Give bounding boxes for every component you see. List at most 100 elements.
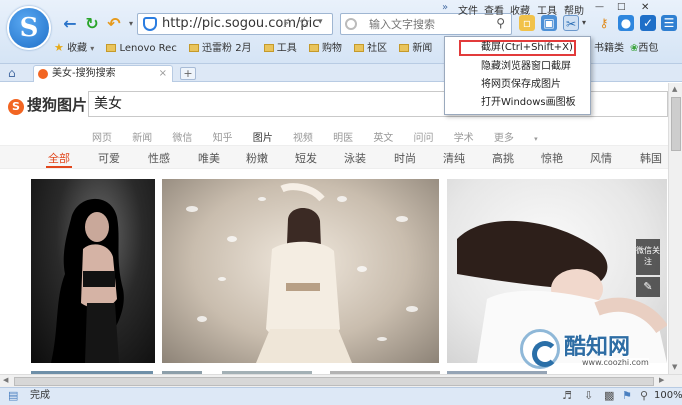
menu-item-open-paint[interactable]: 打开Windows画图板 <box>445 95 590 111</box>
refresh-icon[interactable]: ↻ <box>82 14 102 34</box>
restore-button[interactable]: □ <box>617 2 626 12</box>
sogou-logo-icon: S <box>8 99 24 115</box>
category-item[interactable]: 风情 <box>590 150 612 166</box>
chat-icon[interactable]: ● <box>618 15 634 31</box>
search-type-medical[interactable]: 明医 <box>333 129 353 144</box>
horizontal-scrollbar[interactable]: ◀ ▶ <box>0 374 682 387</box>
search-type-zhihu[interactable]: 知乎 <box>213 129 233 144</box>
lightning-icon[interactable]: ⚡ <box>282 16 290 30</box>
chevron-down-icon: ▾ <box>90 44 95 53</box>
category-item[interactable]: 唯美 <box>198 150 220 166</box>
close-button[interactable]: ✕ <box>641 2 649 13</box>
bookmark-item[interactable]: 社区 <box>354 41 387 57</box>
category-item[interactable]: 高挑 <box>492 150 514 166</box>
browser-window: S ← ↻ ↶ ▾ http://pic.sogou.com/pic ⚡ ☆ ▾… <box>0 0 682 405</box>
back-arrow-icon[interactable]: ← <box>60 14 80 34</box>
category-item[interactable]: 惊艳 <box>541 150 563 166</box>
bookmark-item[interactable]: 工具 <box>263 41 297 57</box>
search-type-english[interactable]: 英文 <box>373 129 393 144</box>
category-item[interactable]: 韩国 <box>640 150 662 166</box>
search-type-wechat[interactable]: 微信 <box>172 129 192 144</box>
zoom-level[interactable]: 100% <box>654 388 682 404</box>
chevron-down-icon[interactable]: ▾ <box>318 17 323 27</box>
vertical-scroll-thumb[interactable] <box>671 97 681 151</box>
shield-icon[interactable]: ⚑ <box>622 388 632 404</box>
menu-favorites[interactable]: 收藏 <box>510 2 530 17</box>
scroll-right-icon[interactable]: ▶ <box>659 376 664 384</box>
menu-view[interactable]: 查看 <box>484 2 504 17</box>
scroll-down-icon[interactable]: ▼ <box>672 363 677 371</box>
search-type-news[interactable]: 新闻 <box>132 129 152 144</box>
sogou-favicon-icon <box>38 69 48 79</box>
menu-help[interactable]: 帮助 <box>564 2 584 17</box>
scroll-up-icon[interactable]: ▲ <box>672 85 677 93</box>
wechat-follow-button[interactable]: 微信关注 <box>636 239 660 275</box>
vertical-scrollbar[interactable]: ▲ ▼ <box>668 83 682 374</box>
key-icon[interactable]: ⚷ <box>596 15 612 31</box>
search-input[interactable] <box>369 17 489 32</box>
chevron-down-icon[interactable]: ▾ <box>580 15 588 31</box>
photo-woman-dark <box>51 198 124 363</box>
feedback-icon[interactable]: ✎ <box>636 277 660 297</box>
menu-item-hide-window-screenshot[interactable]: 隐藏浏览器窗口截屏 <box>445 59 590 75</box>
scroll-left-icon[interactable]: ◀ <box>3 376 8 384</box>
bookmark-favorites[interactable]: ★ 收藏 ▾ <box>54 40 94 57</box>
category-item[interactable]: 粉嫩 <box>246 150 268 166</box>
expand-icon[interactable]: » <box>442 2 448 13</box>
search-engine-icon[interactable] <box>345 18 357 30</box>
bookmark-item[interactable]: 新闻 <box>399 41 432 57</box>
window-mode-icon[interactable]: ▩ <box>604 388 614 404</box>
address-url[interactable]: http://pic.sogou.com/pic <box>162 16 319 31</box>
search-type-web[interactable]: 网页 <box>92 129 112 144</box>
search-type-scholar[interactable]: 学术 <box>454 129 474 144</box>
horizontal-scroll-thumb[interactable] <box>14 377 654 386</box>
bookmark-item[interactable]: 迅雷粉 2月 <box>189 41 252 57</box>
close-icon[interactable]: × <box>159 66 167 81</box>
download-icon[interactable]: ⇩ <box>584 388 593 404</box>
window-icon[interactable]: ▣ <box>541 15 557 31</box>
sogou-images-logo[interactable]: S 搜狗图片 <box>8 94 87 115</box>
bookmark-item[interactable]: 购物 <box>308 41 342 57</box>
note-icon[interactable]: ▫ <box>519 15 535 31</box>
sogou-browser-logo[interactable]: S <box>7 6 51 50</box>
bookmark-item[interactable]: Lenovo Rec <box>106 41 177 57</box>
category-item[interactable]: 全部 <box>48 150 70 166</box>
speaker-icon[interactable]: ♬ <box>562 388 572 404</box>
menu-tools[interactable]: 工具 <box>537 2 557 17</box>
category-item[interactable]: 清纯 <box>443 150 465 166</box>
category-item[interactable]: 时尚 <box>394 150 416 166</box>
image-result[interactable] <box>31 179 155 363</box>
active-category-underline <box>46 166 72 168</box>
minimize-button[interactable]: — <box>595 2 604 12</box>
folder-icon <box>106 44 117 52</box>
menu-icon[interactable]: ☰ <box>661 15 677 31</box>
search-type-video[interactable]: 视频 <box>293 129 313 144</box>
scissors-icon[interactable]: ✂ <box>563 15 579 31</box>
folder-icon <box>263 44 274 52</box>
zoom-icon[interactable]: ⚲ <box>640 388 648 404</box>
tab-active[interactable]: 美女-搜狗搜索 × <box>33 65 173 82</box>
star-icon[interactable]: ☆ <box>298 15 311 31</box>
bookmark-item[interactable]: 书籍类 <box>594 41 624 57</box>
search-icon[interactable]: ⚲ <box>496 16 505 30</box>
bookmark-item[interactable]: ❀西包 <box>630 41 658 57</box>
category-item[interactable]: 性感 <box>148 150 170 166</box>
search-type-more[interactable]: 更多 ▾ <box>494 129 555 144</box>
status-text: 完成 <box>30 390 50 401</box>
shield-icon[interactable]: ✓ <box>640 15 656 31</box>
folder-icon <box>189 44 200 52</box>
image-result[interactable] <box>162 179 439 363</box>
watermark-title: 酷知网 <box>564 335 631 360</box>
home-icon[interactable]: ⌂ <box>8 66 16 80</box>
category-item[interactable]: 可爱 <box>98 150 120 166</box>
folder-icon <box>399 44 410 52</box>
category-item[interactable]: 泳装 <box>344 150 366 166</box>
menu-item-screenshot[interactable]: 截屏(Ctrl+Shift+X) <box>459 40 576 56</box>
search-type-qa[interactable]: 问问 <box>414 129 434 144</box>
search-type-images[interactable]: 图片 <box>253 129 273 144</box>
new-tab-button[interactable]: + <box>180 67 196 80</box>
menu-file[interactable]: 文件 <box>458 2 478 17</box>
category-item[interactable]: 短发 <box>295 150 317 166</box>
address-bar[interactable]: http://pic.sogou.com/pic ⚡ ☆ ▾ <box>137 13 333 35</box>
menu-item-save-page-as-image[interactable]: 将网页保存成图片 <box>445 77 590 93</box>
